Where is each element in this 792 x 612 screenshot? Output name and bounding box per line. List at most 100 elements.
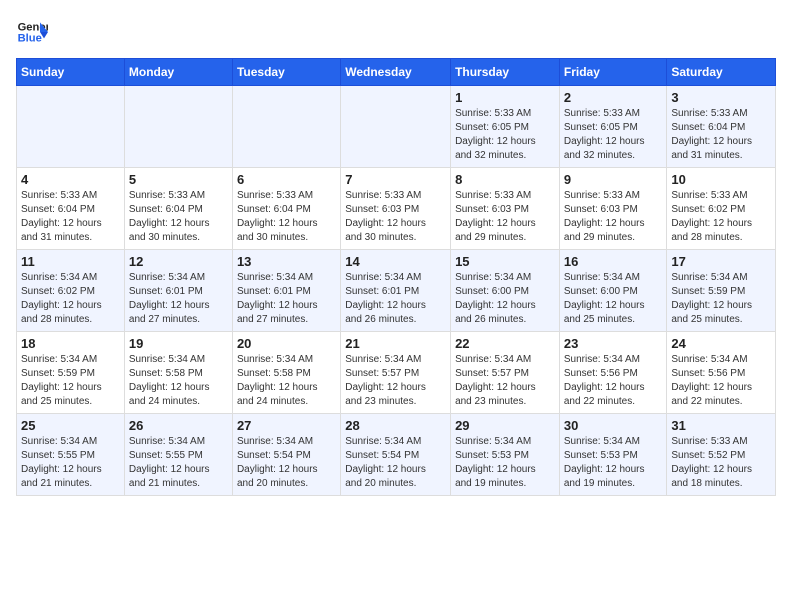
day-info: Sunrise: 5:34 AM Sunset: 5:59 PM Dayligh… xyxy=(671,271,771,327)
calendar-cell: 3 Sunrise: 5:33 AM Sunset: 6:04 PM Daylig… xyxy=(667,86,776,168)
calendar-cell: 9 Sunrise: 5:33 AM Sunset: 6:03 PM Daylig… xyxy=(559,168,667,250)
calendar-week-row: 25 Sunrise: 5:34 AM Sunset: 5:55 PM Dayli… xyxy=(17,414,776,496)
day-header-saturday: Saturday xyxy=(667,59,776,86)
day-number: 17 xyxy=(671,254,771,269)
day-number: 11 xyxy=(21,254,120,269)
calendar-cell: 7 Sunrise: 5:33 AM Sunset: 6:03 PM Daylig… xyxy=(341,168,451,250)
calendar-cell: 4 Sunrise: 5:33 AM Sunset: 6:04 PM Daylig… xyxy=(17,168,125,250)
calendar-cell: 10 Sunrise: 5:33 AM Sunset: 6:02 PM Dayli… xyxy=(667,168,776,250)
day-number: 30 xyxy=(564,418,663,433)
calendar-cell: 11 Sunrise: 5:34 AM Sunset: 6:02 PM Dayli… xyxy=(17,250,125,332)
day-header-sunday: Sunday xyxy=(17,59,125,86)
calendar-cell: 17 Sunrise: 5:34 AM Sunset: 5:59 PM Dayli… xyxy=(667,250,776,332)
day-info: Sunrise: 5:34 AM Sunset: 5:56 PM Dayligh… xyxy=(564,353,663,409)
day-number: 29 xyxy=(455,418,555,433)
calendar-cell: 28 Sunrise: 5:34 AM Sunset: 5:54 PM Dayli… xyxy=(341,414,451,496)
calendar-cell: 26 Sunrise: 5:34 AM Sunset: 5:55 PM Dayli… xyxy=(124,414,232,496)
day-number: 27 xyxy=(237,418,336,433)
calendar-cell xyxy=(232,86,340,168)
calendar-cell: 23 Sunrise: 5:34 AM Sunset: 5:56 PM Dayli… xyxy=(559,332,667,414)
day-number: 1 xyxy=(455,90,555,105)
logo: General Blue xyxy=(16,16,52,48)
day-header-tuesday: Tuesday xyxy=(232,59,340,86)
calendar-week-row: 18 Sunrise: 5:34 AM Sunset: 5:59 PM Dayli… xyxy=(17,332,776,414)
calendar-week-row: 1 Sunrise: 5:33 AM Sunset: 6:05 PM Daylig… xyxy=(17,86,776,168)
day-number: 14 xyxy=(345,254,446,269)
day-info: Sunrise: 5:33 AM Sunset: 6:03 PM Dayligh… xyxy=(564,189,663,245)
svg-text:Blue: Blue xyxy=(18,33,42,45)
calendar-cell: 1 Sunrise: 5:33 AM Sunset: 6:05 PM Daylig… xyxy=(451,86,560,168)
day-number: 18 xyxy=(21,336,120,351)
day-info: Sunrise: 5:33 AM Sunset: 6:03 PM Dayligh… xyxy=(345,189,446,245)
day-number: 21 xyxy=(345,336,446,351)
day-info: Sunrise: 5:34 AM Sunset: 6:01 PM Dayligh… xyxy=(345,271,446,327)
day-header-monday: Monday xyxy=(124,59,232,86)
day-info: Sunrise: 5:33 AM Sunset: 6:02 PM Dayligh… xyxy=(671,189,771,245)
day-info: Sunrise: 5:34 AM Sunset: 5:55 PM Dayligh… xyxy=(129,435,228,491)
calendar-table: SundayMondayTuesdayWednesdayThursdayFrid… xyxy=(16,58,776,496)
day-info: Sunrise: 5:34 AM Sunset: 5:57 PM Dayligh… xyxy=(345,353,446,409)
day-number: 3 xyxy=(671,90,771,105)
day-info: Sunrise: 5:34 AM Sunset: 5:57 PM Dayligh… xyxy=(455,353,555,409)
day-info: Sunrise: 5:34 AM Sunset: 5:55 PM Dayligh… xyxy=(21,435,120,491)
day-number: 9 xyxy=(564,172,663,187)
calendar-week-row: 4 Sunrise: 5:33 AM Sunset: 6:04 PM Daylig… xyxy=(17,168,776,250)
day-info: Sunrise: 5:34 AM Sunset: 6:01 PM Dayligh… xyxy=(237,271,336,327)
calendar-cell: 6 Sunrise: 5:33 AM Sunset: 6:04 PM Daylig… xyxy=(232,168,340,250)
calendar-cell: 25 Sunrise: 5:34 AM Sunset: 5:55 PM Dayli… xyxy=(17,414,125,496)
day-info: Sunrise: 5:33 AM Sunset: 6:05 PM Dayligh… xyxy=(455,107,555,163)
calendar-cell: 19 Sunrise: 5:34 AM Sunset: 5:58 PM Dayli… xyxy=(124,332,232,414)
day-number: 4 xyxy=(21,172,120,187)
day-info: Sunrise: 5:33 AM Sunset: 6:04 PM Dayligh… xyxy=(671,107,771,163)
day-number: 22 xyxy=(455,336,555,351)
day-number: 31 xyxy=(671,418,771,433)
calendar-cell xyxy=(341,86,451,168)
day-number: 2 xyxy=(564,90,663,105)
calendar-cell: 27 Sunrise: 5:34 AM Sunset: 5:54 PM Dayli… xyxy=(232,414,340,496)
day-number: 7 xyxy=(345,172,446,187)
day-number: 23 xyxy=(564,336,663,351)
calendar-cell xyxy=(17,86,125,168)
day-info: Sunrise: 5:33 AM Sunset: 5:52 PM Dayligh… xyxy=(671,435,771,491)
day-number: 26 xyxy=(129,418,228,433)
calendar-cell xyxy=(124,86,232,168)
calendar-cell: 24Sunrise: 5:34 AM Sunset: 5:56 PM Dayli… xyxy=(667,332,776,414)
day-number: 6 xyxy=(237,172,336,187)
day-info: Sunrise: 5:34 AM Sunset: 5:53 PM Dayligh… xyxy=(564,435,663,491)
day-info: Sunrise: 5:34 AM Sunset: 6:01 PM Dayligh… xyxy=(129,271,228,327)
calendar-cell: 22 Sunrise: 5:34 AM Sunset: 5:57 PM Dayli… xyxy=(451,332,560,414)
day-header-wednesday: Wednesday xyxy=(341,59,451,86)
day-info: Sunrise: 5:34 AM Sunset: 6:02 PM Dayligh… xyxy=(21,271,120,327)
day-number: 25 xyxy=(21,418,120,433)
day-info: Sunrise: 5:34 AM Sunset: 5:53 PM Dayligh… xyxy=(455,435,555,491)
day-number: 16 xyxy=(564,254,663,269)
day-number: 5 xyxy=(129,172,228,187)
day-info: Sunrise: 5:33 AM Sunset: 6:05 PM Dayligh… xyxy=(564,107,663,163)
calendar-cell: 13Sunrise: 5:34 AM Sunset: 6:01 PM Dayli… xyxy=(232,250,340,332)
calendar-cell: 5Sunrise: 5:33 AM Sunset: 6:04 PM Daylig… xyxy=(124,168,232,250)
day-number: 8 xyxy=(455,172,555,187)
day-info: Sunrise: 5:34 AM Sunset: 6:00 PM Dayligh… xyxy=(564,271,663,327)
day-info: Sunrise: 5:34 AM Sunset: 5:54 PM Dayligh… xyxy=(237,435,336,491)
day-info: Sunrise: 5:33 AM Sunset: 6:04 PM Dayligh… xyxy=(237,189,336,245)
logo-icon: General Blue xyxy=(16,16,48,48)
day-info: Sunrise: 5:34 AM Sunset: 5:56 PM Dayligh… xyxy=(671,353,771,409)
day-number: 28 xyxy=(345,418,446,433)
day-info: Sunrise: 5:34 AM Sunset: 6:00 PM Dayligh… xyxy=(455,271,555,327)
calendar-cell: 12 Sunrise: 5:34 AM Sunset: 6:01 PM Dayli… xyxy=(124,250,232,332)
day-info: Sunrise: 5:34 AM Sunset: 5:59 PM Dayligh… xyxy=(21,353,120,409)
day-number: 12 xyxy=(129,254,228,269)
day-info: Sunrise: 5:34 AM Sunset: 5:54 PM Dayligh… xyxy=(345,435,446,491)
day-info: Sunrise: 5:34 AM Sunset: 5:58 PM Dayligh… xyxy=(129,353,228,409)
calendar-cell: 8Sunrise: 5:33 AM Sunset: 6:03 PM Daylig… xyxy=(451,168,560,250)
day-number: 15 xyxy=(455,254,555,269)
day-number: 10 xyxy=(671,172,771,187)
calendar-cell: 18 Sunrise: 5:34 AM Sunset: 5:59 PM Dayli… xyxy=(17,332,125,414)
day-info: Sunrise: 5:33 AM Sunset: 6:04 PM Dayligh… xyxy=(21,189,120,245)
calendar-cell: 30 Sunrise: 5:34 AM Sunset: 5:53 PM Dayli… xyxy=(559,414,667,496)
page-header: General Blue xyxy=(16,16,776,48)
day-header-friday: Friday xyxy=(559,59,667,86)
day-info: Sunrise: 5:34 AM Sunset: 5:58 PM Dayligh… xyxy=(237,353,336,409)
day-number: 19 xyxy=(129,336,228,351)
day-header-thursday: Thursday xyxy=(451,59,560,86)
